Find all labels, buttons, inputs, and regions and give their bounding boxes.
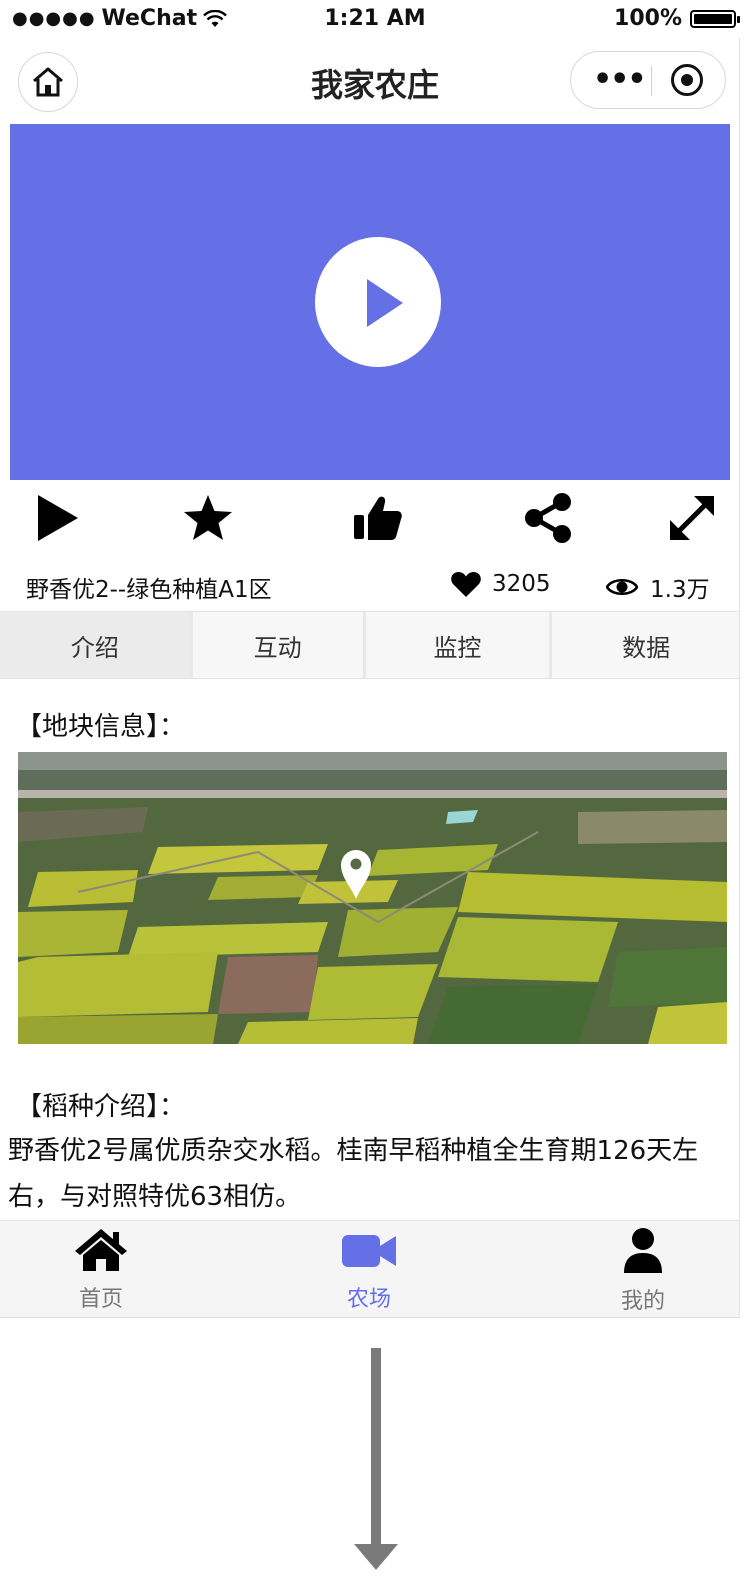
tab-intro[interactable]: 介绍 <box>0 612 193 678</box>
star-icon[interactable] <box>180 490 236 546</box>
farm-map-image <box>18 752 727 1044</box>
views-value: 1.3万 <box>650 577 710 603</box>
location-pin-icon <box>341 850 371 899</box>
battery-percent: 100% <box>614 6 682 31</box>
bottom-tab-bar: 首页 农场 我的 <box>0 1220 740 1318</box>
heart-icon <box>451 572 481 597</box>
home-icon <box>75 1229 127 1271</box>
thumbs-up-icon[interactable] <box>350 490 406 546</box>
views-count: 1.3万 <box>606 570 710 604</box>
tabbar-label-mine: 我的 <box>620 1289 665 1314</box>
tab-bar-top: 介绍 互动 监控 数据 <box>0 611 740 679</box>
down-arrow-icon <box>354 1544 398 1570</box>
record-close-icon[interactable] <box>671 64 703 96</box>
tab-data[interactable]: 数据 <box>552 612 740 678</box>
tabbar-label-home: 首页 <box>78 1287 123 1312</box>
scroll-arrow-line <box>371 1348 381 1548</box>
battery-icon <box>690 9 740 28</box>
play-icon[interactable] <box>28 490 84 546</box>
user-icon <box>624 1228 662 1273</box>
tabbar-label-farm: 农场 <box>346 1287 391 1312</box>
nav-bar: 我家农庄 ••• <box>0 38 750 124</box>
plot-title: 野香优2--绿色种植A1区 <box>26 577 272 603</box>
likes-count: 3205 <box>450 570 551 598</box>
video-camera-icon <box>342 1235 396 1267</box>
play-triangle <box>367 279 403 327</box>
tabbar-item-farm[interactable]: 农场 <box>294 1227 444 1313</box>
rice-description: 野香优2号属优质杂交水稻。桂南早稻种植全生育期126天左右，与对照特优63相仿。 <box>8 1136 699 1212</box>
eye-icon <box>606 578 638 596</box>
tabbar-item-mine[interactable]: 我的 <box>568 1227 718 1315</box>
page-border <box>739 38 740 1316</box>
tab-monitor[interactable]: 监控 <box>366 612 553 678</box>
status-bar: ●●●●● WeChat 1:21 AM 100% <box>0 0 750 38</box>
play-circle-icon[interactable] <box>315 237 441 367</box>
video-player[interactable] <box>10 124 730 480</box>
fullscreen-icon[interactable] <box>664 490 720 546</box>
status-right: 100% <box>614 6 740 31</box>
tab-interact[interactable]: 互动 <box>193 612 366 678</box>
more-dots-icon[interactable]: ••• <box>593 65 647 95</box>
plot-info-heading: 【地块信息】： <box>16 712 186 742</box>
share-icon[interactable] <box>520 490 576 546</box>
capsule-divider <box>651 66 652 96</box>
tabbar-item-home[interactable]: 首页 <box>26 1227 176 1313</box>
action-row <box>0 480 750 554</box>
rice-intro-heading: 【稻种介绍】： <box>16 1092 186 1122</box>
capsule-menu: ••• <box>570 51 726 109</box>
likes-value: 3205 <box>492 571 551 597</box>
